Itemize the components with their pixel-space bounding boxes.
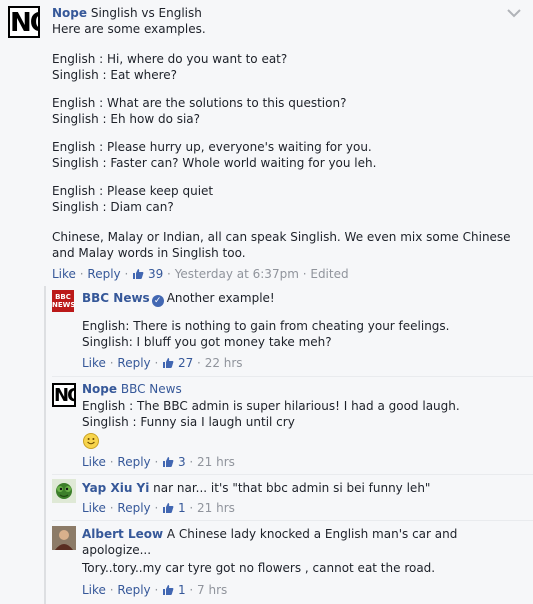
- reply-text-line: A Chinese lady knocked a English man's c…: [166, 527, 458, 541]
- thumbs-up-icon[interactable]: [162, 502, 174, 514]
- reply-button[interactable]: Reply: [117, 501, 150, 515]
- like-count[interactable]: 39: [148, 267, 163, 281]
- reply-text-line: Another example!: [166, 291, 275, 305]
- reply-thread-line: [44, 286, 46, 604]
- top-comment-text-line: Singlish : Eat where?: [52, 68, 178, 82]
- reply-text-line: Singlish: I bluff you got money take meh…: [82, 335, 332, 349]
- smile-emoji-icon: [83, 433, 99, 449]
- like-count[interactable]: 1: [178, 583, 186, 597]
- reply-time[interactable]: 22 hrs: [205, 356, 243, 370]
- reply-text-line: nar nar... it's "that bbc admin si bei f…: [153, 481, 431, 495]
- top-comment-text-line: and Malay words in Singlish too.: [52, 246, 246, 260]
- reply-text-line: apologize...: [82, 543, 152, 557]
- nope-avatar[interactable]: NO: [8, 6, 40, 38]
- reply-text-line: English: There is nothing to gain from c…: [82, 319, 450, 333]
- divider: [52, 474, 533, 475]
- reply-header: Yap Xiu Yi nar nar... it's "that bbc adm…: [82, 480, 430, 496]
- thumbs-up-icon[interactable]: [162, 456, 174, 468]
- bbc-logo-text: BBC NEWS: [52, 293, 76, 309]
- reply-time[interactable]: 21 hrs: [197, 501, 235, 515]
- top-comment-text-line: Singlish vs English: [90, 6, 202, 20]
- reply-text-line: Tory..tory..my car tyre got no flowers ,…: [82, 561, 436, 575]
- edited-label[interactable]: Edited: [310, 267, 348, 281]
- reply-header: Albert Leow A Chinese lady knocked a Eng…: [82, 526, 457, 542]
- like-count[interactable]: 27: [178, 356, 193, 370]
- nope-avatar[interactable]: NO: [52, 383, 76, 407]
- avatar-image: [56, 483, 72, 499]
- top-comment-text-line: English : Please hurry up, everyone's wa…: [52, 140, 372, 154]
- top-comment-text-line: Chinese, Malay or Indian, all can speak …: [52, 230, 511, 244]
- reply-mention-tag[interactable]: BBC News: [121, 382, 182, 396]
- timestamp[interactable]: Yesterday at 6:37pm: [175, 267, 299, 281]
- top-comment-actions: Like · Reply · 39 · Yesterday at 6:37pm …: [52, 267, 349, 281]
- avatar-image: [52, 526, 76, 550]
- reply-time[interactable]: 21 hrs: [197, 455, 235, 469]
- top-comment-author[interactable]: Nope: [52, 6, 87, 20]
- top-comment-text-line: Here are some examples.: [52, 22, 206, 36]
- reply-header: BBC News ✓ Another example!: [82, 290, 275, 307]
- like-button[interactable]: Like: [82, 583, 106, 597]
- like-button[interactable]: Like: [82, 356, 106, 370]
- thumbs-up-icon[interactable]: [132, 268, 144, 280]
- reply-author[interactable]: Yap Xiu Yi: [82, 481, 149, 495]
- reply-button[interactable]: Reply: [117, 455, 150, 469]
- like-button[interactable]: Like: [82, 501, 106, 515]
- yap-xiu-yi-avatar[interactable]: [52, 479, 76, 503]
- top-comment-text-line: Singlish : Diam can?: [52, 200, 174, 214]
- nope-avatar-logo: NO: [10, 8, 40, 38]
- divider: [52, 520, 533, 521]
- thumbs-up-icon[interactable]: [162, 584, 174, 596]
- reply-text-line: English : The BBC admin is super hilario…: [82, 399, 460, 413]
- top-comment-text-line: English : What are the solutions to this…: [52, 96, 347, 110]
- divider: [52, 376, 533, 377]
- nope-avatar-logo: NO: [54, 385, 76, 406]
- albert-leow-avatar[interactable]: [52, 526, 76, 550]
- chevron-down-icon[interactable]: [507, 8, 521, 18]
- reply-author[interactable]: Albert Leow: [82, 527, 163, 541]
- top-comment-text-line: Singlish : Faster can? Whole world waiti…: [52, 156, 377, 170]
- like-count[interactable]: 3: [178, 455, 186, 469]
- reply-button[interactable]: Reply: [117, 583, 150, 597]
- like-button[interactable]: Like: [82, 455, 106, 469]
- reply-header: Nope BBC News: [82, 381, 182, 397]
- verified-badge-icon: ✓: [151, 295, 164, 307]
- reply-author[interactable]: BBC News: [82, 291, 150, 305]
- reply-time[interactable]: 7 hrs: [197, 583, 227, 597]
- top-comment-text-line: English : Please keep quiet: [52, 184, 214, 198]
- reply-actions: Like · Reply · 1 · 21 hrs: [82, 501, 235, 515]
- top-comment-text-line: Singlish : Eh how do sia?: [52, 112, 201, 126]
- like-count[interactable]: 1: [178, 501, 186, 515]
- reply-button[interactable]: Reply: [87, 267, 120, 281]
- reply-author[interactable]: Nope: [82, 382, 117, 396]
- reply-actions: Like · Reply · 1 · 7 hrs: [82, 583, 228, 597]
- like-button[interactable]: Like: [52, 267, 76, 281]
- reply-actions: Like · Reply · 27 · 22 hrs: [82, 356, 243, 370]
- thumbs-up-icon[interactable]: [162, 357, 174, 369]
- reply-button[interactable]: Reply: [117, 356, 150, 370]
- bbc-news-avatar[interactable]: BBC NEWS: [52, 290, 76, 312]
- top-comment-header: Nope Singlish vs English: [52, 5, 202, 21]
- reply-actions: Like · Reply · 3 · 21 hrs: [82, 455, 235, 469]
- reply-text-line: Singlish : Funny sia I laugh until cry: [82, 415, 295, 429]
- top-comment-text-line: English : Hi, where do you want to eat?: [52, 52, 288, 66]
